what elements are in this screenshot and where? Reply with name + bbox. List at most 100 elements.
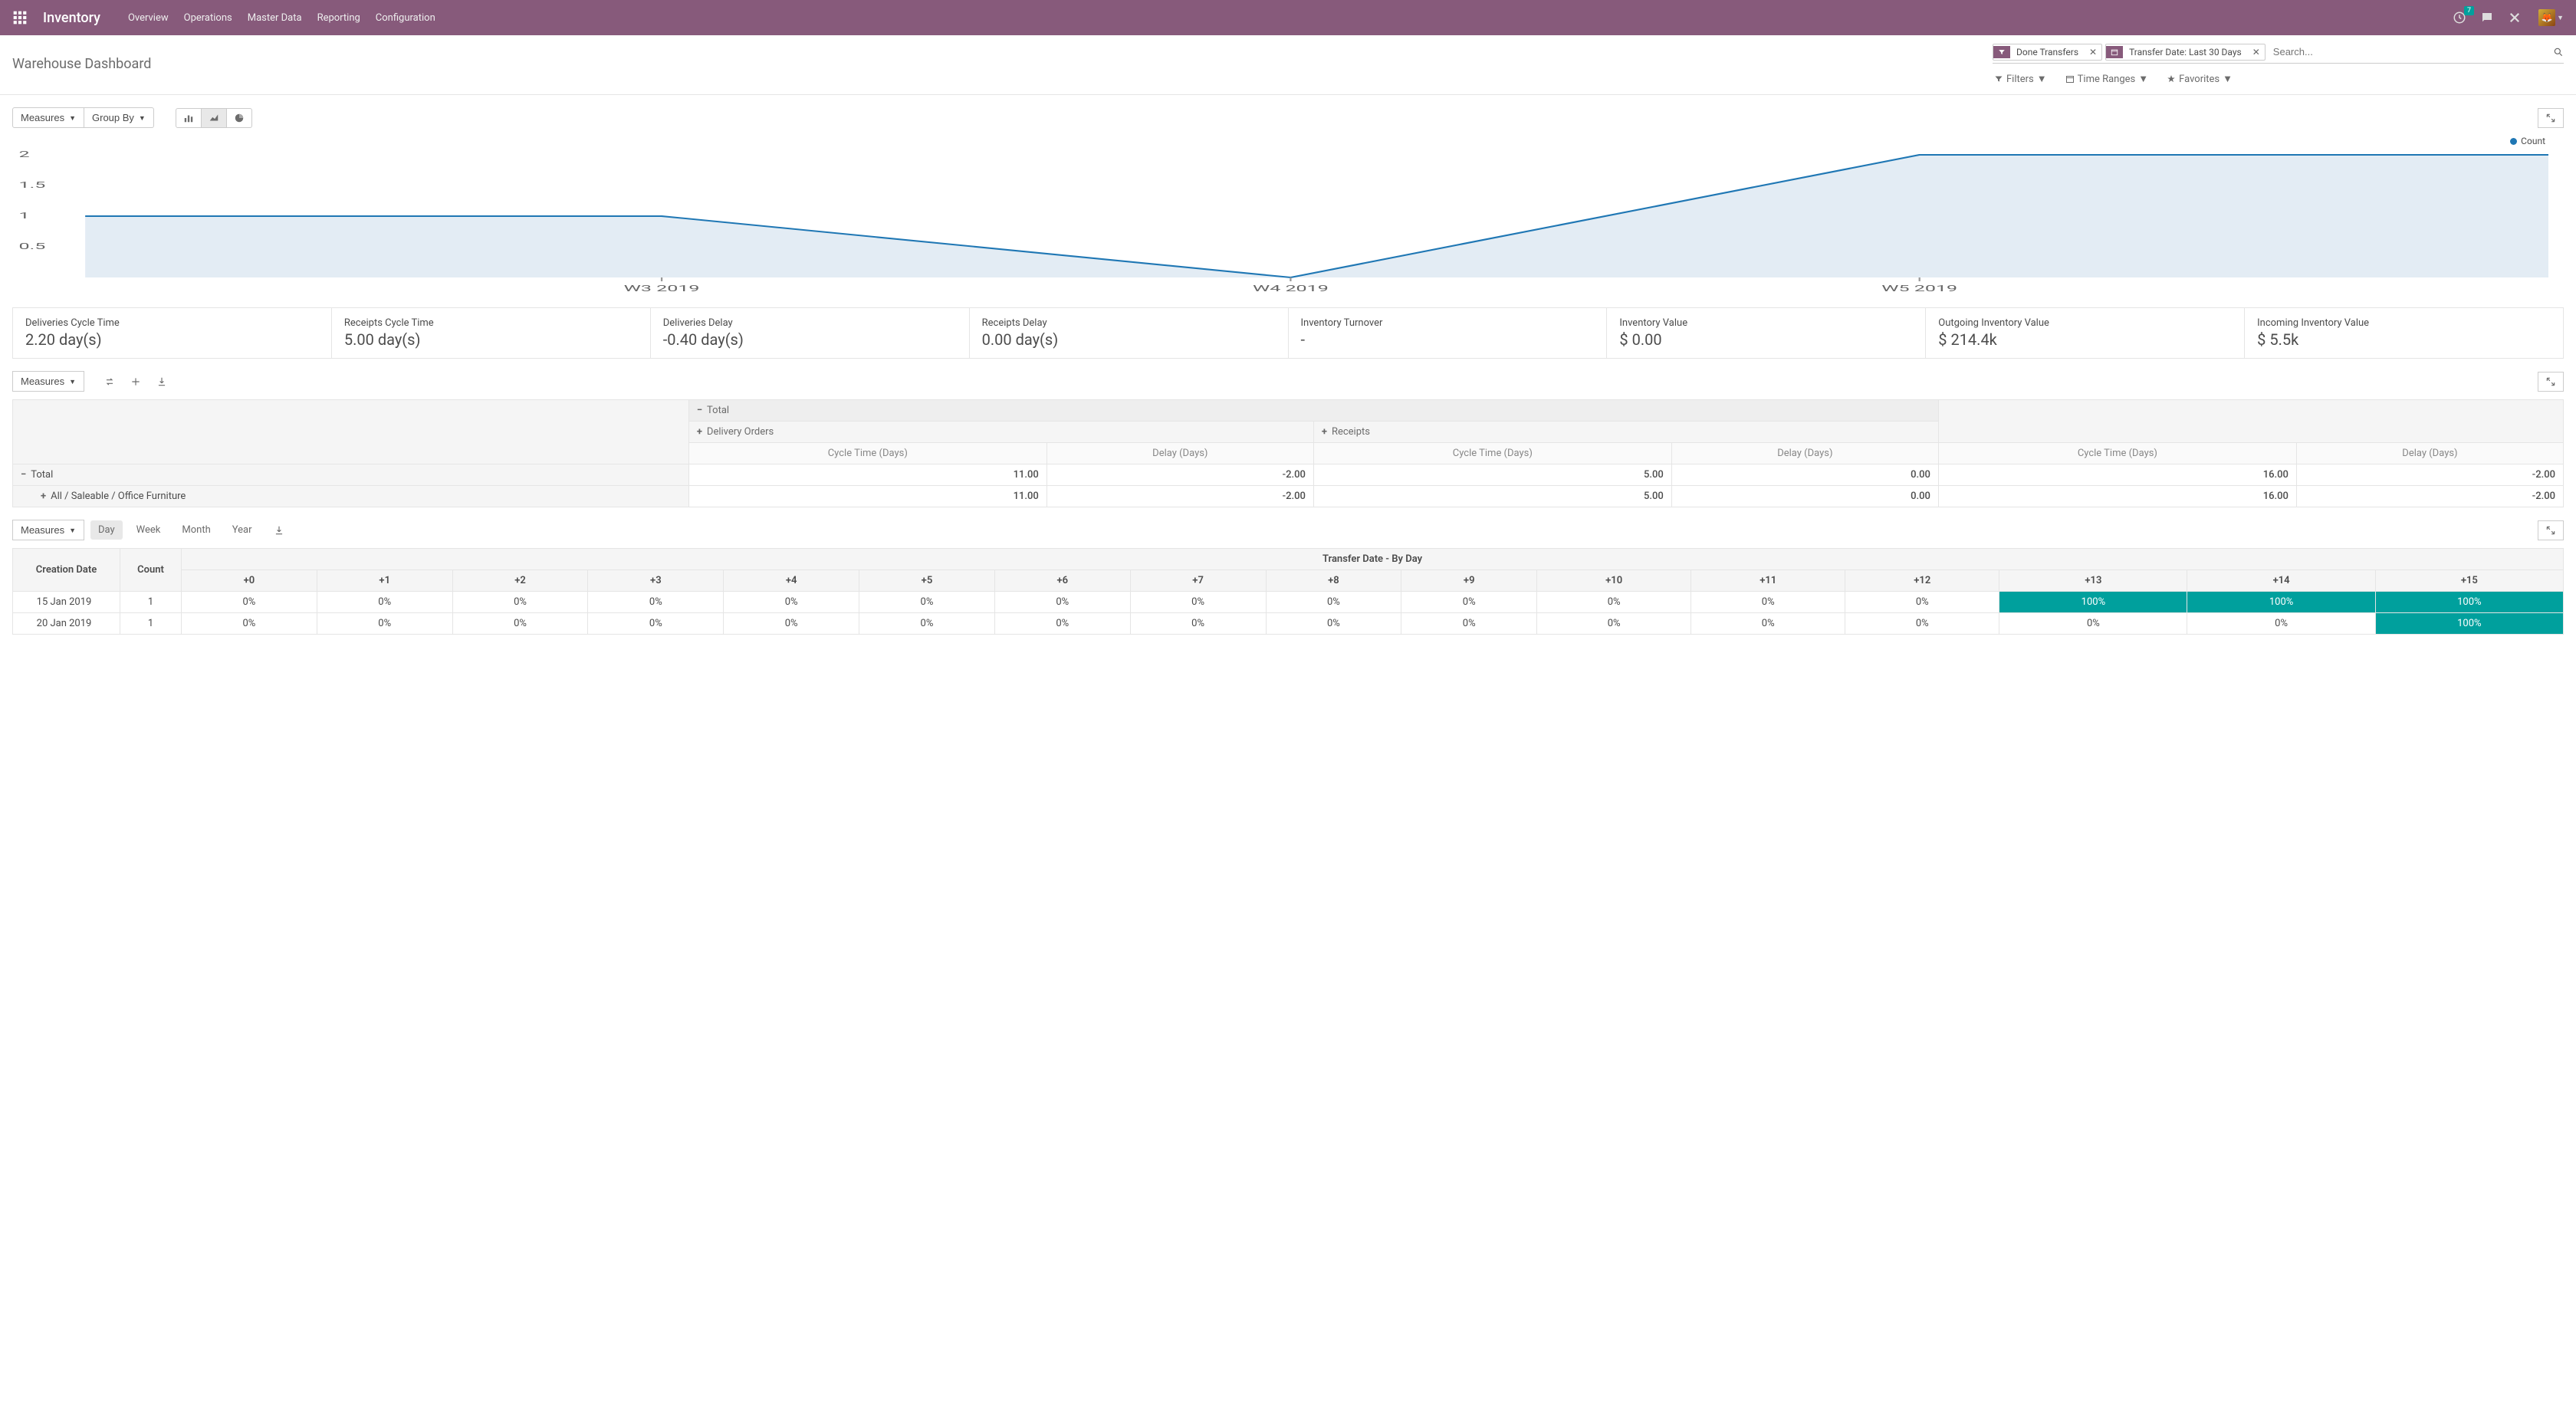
- cohort-offset: +13: [1999, 570, 2187, 592]
- svg-text:W5 2019: W5 2019: [1881, 284, 1957, 294]
- cohort-cell[interactable]: 100%: [2187, 592, 2375, 613]
- facet-remove-icon[interactable]: ✕: [2248, 47, 2265, 57]
- cohort-cell[interactable]: 100%: [2375, 613, 2563, 635]
- cohort-cell[interactable]: 0%: [317, 613, 452, 635]
- cohort-cell[interactable]: 0%: [1130, 613, 1266, 635]
- facet-remove-icon[interactable]: ✕: [2085, 47, 2101, 57]
- time-ranges-dropdown[interactable]: Time Ranges ▼: [2065, 73, 2148, 85]
- cohort-cell[interactable]: 0%: [1266, 613, 1401, 635]
- content: Measures▼ Group By▼ Count 2 1.5 1 0.5 W3…: [0, 95, 2576, 1408]
- cohort-cell[interactable]: 0%: [1845, 613, 1999, 635]
- flip-axis-icon[interactable]: [104, 376, 115, 387]
- download-icon[interactable]: [274, 525, 284, 536]
- expand-icon[interactable]: [2538, 108, 2564, 128]
- menu-master-data[interactable]: Master Data: [248, 12, 302, 24]
- cohort-cell[interactable]: 0%: [1691, 592, 1845, 613]
- measures-button[interactable]: Measures▼: [12, 107, 84, 128]
- period-month[interactable]: Month: [174, 520, 218, 540]
- activity-icon[interactable]: 7: [2453, 11, 2466, 25]
- favorites-dropdown[interactable]: Favorites ▼: [2167, 73, 2233, 85]
- filters-dropdown[interactable]: Filters ▼: [1994, 73, 2047, 85]
- messaging-icon[interactable]: [2480, 11, 2494, 25]
- app-name[interactable]: Inventory: [43, 10, 100, 26]
- cohort-cell[interactable]: 0%: [859, 613, 995, 635]
- cohort-offset: +1: [317, 570, 452, 592]
- search-icon[interactable]: [2553, 47, 2564, 57]
- cohort-cell[interactable]: 0%: [2187, 613, 2375, 635]
- cohort-cell[interactable]: 0%: [317, 592, 452, 613]
- cohort-offset: +0: [182, 570, 317, 592]
- cohort-cell[interactable]: 0%: [859, 592, 995, 613]
- expand-icon[interactable]: [2538, 372, 2564, 392]
- expand-icon[interactable]: +: [41, 491, 46, 502]
- chart-legend: Count: [2510, 136, 2545, 146]
- expand-icon[interactable]: [2538, 520, 2564, 540]
- collapse-icon[interactable]: −: [21, 469, 26, 481]
- cohort-cell[interactable]: 0%: [1401, 613, 1537, 635]
- kpi-deliveries-cycle-time: Deliveries Cycle Time2.20 day(s): [13, 308, 332, 358]
- period-week[interactable]: Week: [129, 520, 169, 540]
- cohort-cell[interactable]: 0%: [724, 613, 859, 635]
- cohort-cell[interactable]: 0%: [1401, 592, 1537, 613]
- search-input[interactable]: [2269, 43, 2553, 61]
- line-chart-icon[interactable]: [202, 108, 227, 128]
- cohort-cell[interactable]: 0%: [724, 592, 859, 613]
- page-title: Warehouse Dashboard: [12, 56, 1993, 72]
- search-box[interactable]: Done Transfers ✕ Transfer Date: Last 30 …: [1993, 43, 2564, 64]
- cohort-offset: +4: [724, 570, 859, 592]
- cohort-cell[interactable]: 0%: [452, 592, 588, 613]
- kpi-deliveries-delay: Deliveries Delay-0.40 day(s): [651, 308, 970, 358]
- cohort-cell[interactable]: 0%: [1999, 613, 2187, 635]
- menu-reporting[interactable]: Reporting: [317, 12, 360, 24]
- cohort-cell[interactable]: 0%: [1130, 592, 1266, 613]
- cohort-cell[interactable]: 0%: [1537, 613, 1691, 635]
- chart-toolbar: Measures▼ Group By▼: [12, 107, 2564, 128]
- cohort-cell[interactable]: 0%: [994, 592, 1130, 613]
- close-icon[interactable]: [2508, 11, 2522, 25]
- kpi-outgoing-inventory-value: Outgoing Inventory Value$ 214.4k: [1926, 308, 2245, 358]
- period-day[interactable]: Day: [90, 520, 123, 540]
- search-facet-done-transfers: Done Transfers ✕: [1993, 44, 2102, 61]
- cohort-cell[interactable]: 0%: [452, 613, 588, 635]
- kpi-inventory-turnover: Inventory Turnover-: [1289, 308, 1608, 358]
- pie-chart-icon[interactable]: [227, 108, 252, 128]
- cohort-cell[interactable]: 0%: [994, 613, 1130, 635]
- groupby-button[interactable]: Group By▼: [84, 107, 154, 128]
- svg-text:W3 2019: W3 2019: [624, 284, 700, 294]
- cohort-cell[interactable]: 0%: [1691, 613, 1845, 635]
- kpi-incoming-inventory-value: Incoming Inventory Value$ 5.5k: [2245, 308, 2563, 358]
- kpi-row: Deliveries Cycle Time2.20 day(s) Receipt…: [12, 307, 2564, 359]
- user-menu[interactable]: 🦊▼: [2535, 9, 2564, 26]
- cohort-cell[interactable]: 0%: [182, 592, 317, 613]
- main-menu: Overview Operations Master Data Reportin…: [128, 12, 2453, 24]
- expand-icon[interactable]: +: [697, 426, 702, 438]
- bar-chart-icon[interactable]: [176, 108, 202, 128]
- pivot-measures-button[interactable]: Measures▼: [12, 371, 84, 392]
- cohort-measures-button[interactable]: Measures▼: [12, 520, 84, 540]
- pivot-row-category: +All / Saleable / Office Furniture 11.00…: [13, 486, 2564, 507]
- collapse-icon[interactable]: −: [697, 405, 702, 416]
- cohort-cell[interactable]: 0%: [588, 613, 724, 635]
- expand-all-icon[interactable]: [130, 376, 141, 387]
- cohort-cell[interactable]: 0%: [588, 592, 724, 613]
- cohort-cell[interactable]: 0%: [182, 613, 317, 635]
- cohort-cell[interactable]: 0%: [1845, 592, 1999, 613]
- cohort-cell[interactable]: 100%: [2375, 592, 2563, 613]
- period-year[interactable]: Year: [225, 520, 260, 540]
- apps-icon[interactable]: [12, 10, 28, 25]
- cohort-cell[interactable]: 100%: [1999, 592, 2187, 613]
- pivot-toolbar: Measures▼: [12, 371, 2564, 392]
- cohort-offset: +7: [1130, 570, 1266, 592]
- download-icon[interactable]: [156, 376, 167, 387]
- svg-text:0.5: 0.5: [19, 241, 46, 251]
- chart-panel: Count 2 1.5 1 0.5 W3 2019 W4 2019 W5 201…: [12, 136, 2564, 295]
- cohort-offset: +2: [452, 570, 588, 592]
- menu-operations[interactable]: Operations: [184, 12, 232, 24]
- menu-overview[interactable]: Overview: [128, 12, 169, 24]
- expand-icon[interactable]: +: [1322, 426, 1327, 438]
- cohort-cell[interactable]: 0%: [1266, 592, 1401, 613]
- pivot-table: −Total +Delivery Orders +Receipts Cycle …: [12, 399, 2564, 507]
- cohort-cell[interactable]: 0%: [1537, 592, 1691, 613]
- avatar: 🦊: [2538, 9, 2555, 26]
- menu-configuration[interactable]: Configuration: [376, 12, 435, 24]
